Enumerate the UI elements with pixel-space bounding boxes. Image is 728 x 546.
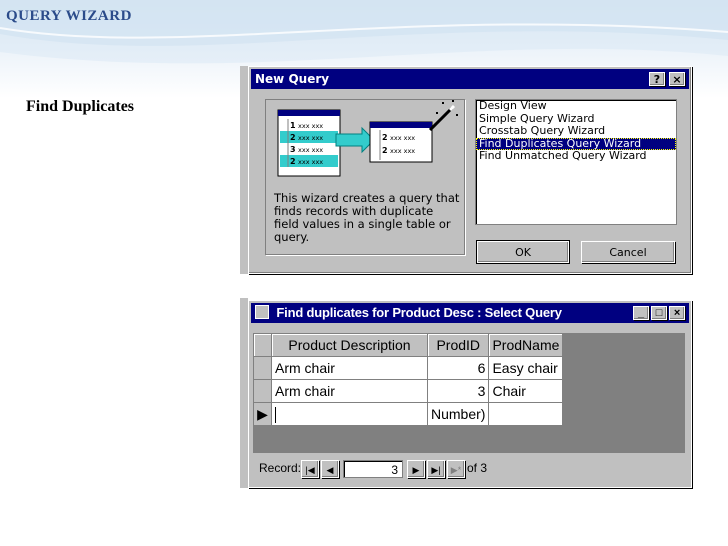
dialog-title: New Query (255, 72, 330, 86)
datasheet-grid: Product Description ProdID ProdName Arm … (253, 333, 685, 453)
slide-subtitle: Find Duplicates (26, 98, 135, 115)
list-item-design-view[interactable]: Design View (476, 99, 676, 113)
datasheet-icon (255, 305, 269, 319)
cell-product-description[interactable]: Arm chair (271, 379, 428, 403)
background-window-edge (240, 66, 248, 274)
cell-prodid-new[interactable]: Number) (426, 402, 490, 426)
column-header-product-description[interactable]: Product Description (271, 333, 428, 357)
record-label: Record: (259, 461, 302, 475)
preview-row-id: 1 (290, 121, 296, 130)
row-selector[interactable] (253, 356, 272, 380)
of-text: of (467, 461, 478, 475)
svg-text:xxx xxx: xxx xxx (390, 134, 415, 142)
svg-text:xxx xxx: xxx xxx (298, 122, 323, 130)
wizard-preview-panel: 1 2 3 2 xxx xxx xxx xxx xxx xxx xxx xxx … (265, 99, 465, 255)
new-query-dialog: New Query ? × 1 2 3 2 xxx xxx xxx xxx xx… (248, 66, 692, 274)
svg-text:2: 2 (290, 157, 296, 166)
svg-text:2: 2 (290, 133, 296, 142)
svg-text:xxx xxx: xxx xxx (390, 147, 415, 155)
new-record-row: ▶ Number) (253, 402, 564, 426)
svg-text:2: 2 (382, 146, 388, 155)
cell-product-description[interactable]: Arm chair (271, 356, 428, 380)
row-selector[interactable] (253, 379, 272, 403)
cell-prodname[interactable]: Easy chair (488, 356, 564, 380)
record-navigation-bar: Record: |◀ ◀ 3 ▶ ▶| ▶* of 3 (253, 457, 685, 481)
table-row: Arm chair 6 Easy chair (253, 356, 564, 380)
close-button[interactable]: × (669, 72, 685, 86)
text-cursor (275, 406, 276, 423)
previous-record-icon[interactable]: ◀ (321, 460, 339, 478)
current-record-field[interactable]: 3 (343, 460, 403, 478)
cell-prodid[interactable]: 3 (426, 379, 490, 403)
ok-button[interactable]: OK (476, 240, 570, 264)
close-button[interactable]: × (669, 306, 685, 320)
cell-prodid[interactable]: 6 (426, 356, 490, 380)
total-records: 3 (480, 461, 488, 475)
background-window-edge-lower (240, 298, 248, 488)
restore-button[interactable]: □ (651, 306, 667, 320)
select-query-window: Find duplicates for Product Desc : Selec… (248, 300, 692, 488)
table-row: Arm chair 3 Chair (253, 379, 564, 403)
column-header-prodid[interactable]: ProdID (426, 333, 490, 357)
record-of-label: of 3 (467, 461, 487, 475)
list-item-crosstab-query-wizard[interactable]: Crosstab Query Wizard (476, 124, 676, 138)
cell-prodname[interactable]: Chair (488, 379, 564, 403)
corner-selector[interactable] (253, 333, 272, 357)
svg-text:xxx xxx: xxx xxx (298, 146, 323, 154)
current-record-arrow-icon[interactable]: ▶ (253, 402, 272, 426)
last-record-icon[interactable]: ▶| (427, 460, 445, 478)
column-header-prodname[interactable]: ProdName (488, 333, 564, 357)
slide-title: QUERY WIZARD (6, 8, 132, 24)
new-record-icon[interactable]: ▶* (447, 460, 465, 478)
next-record-icon[interactable]: ▶ (407, 460, 425, 478)
cell-product-description-new[interactable] (271, 402, 428, 426)
cell-prodname-new[interactable] (488, 402, 564, 426)
wizard-description: This wizard creates a query that finds r… (274, 191, 460, 244)
header-row: Product Description ProdID ProdName (253, 333, 564, 357)
minimize-button[interactable]: _ (633, 306, 649, 320)
svg-text:xxx xxx: xxx xxx (298, 158, 323, 166)
datasheet-table: Product Description ProdID ProdName Arm … (253, 333, 564, 426)
first-record-icon[interactable]: |◀ (301, 460, 319, 478)
query-window-title: Find duplicates for Product Desc : Selec… (276, 305, 562, 320)
cancel-button[interactable]: Cancel (581, 241, 675, 263)
dialog-titlebar: New Query ? × (251, 69, 689, 89)
svg-text:3: 3 (290, 145, 296, 154)
wizard-type-list[interactable]: Design View Simple Query Wizard Crosstab… (475, 99, 677, 225)
wizard-illustration-icon: 1 2 3 2 xxx xxx xxx xxx xxx xxx xxx xxx … (277, 100, 458, 177)
svg-text:2: 2 (382, 133, 388, 142)
query-window-titlebar: Find duplicates for Product Desc : Selec… (251, 303, 689, 323)
svg-text:xxx xxx: xxx xxx (298, 134, 323, 142)
help-button[interactable]: ? (649, 72, 665, 86)
list-item-find-unmatched-query-wizard[interactable]: Find Unmatched Query Wizard (476, 149, 676, 163)
